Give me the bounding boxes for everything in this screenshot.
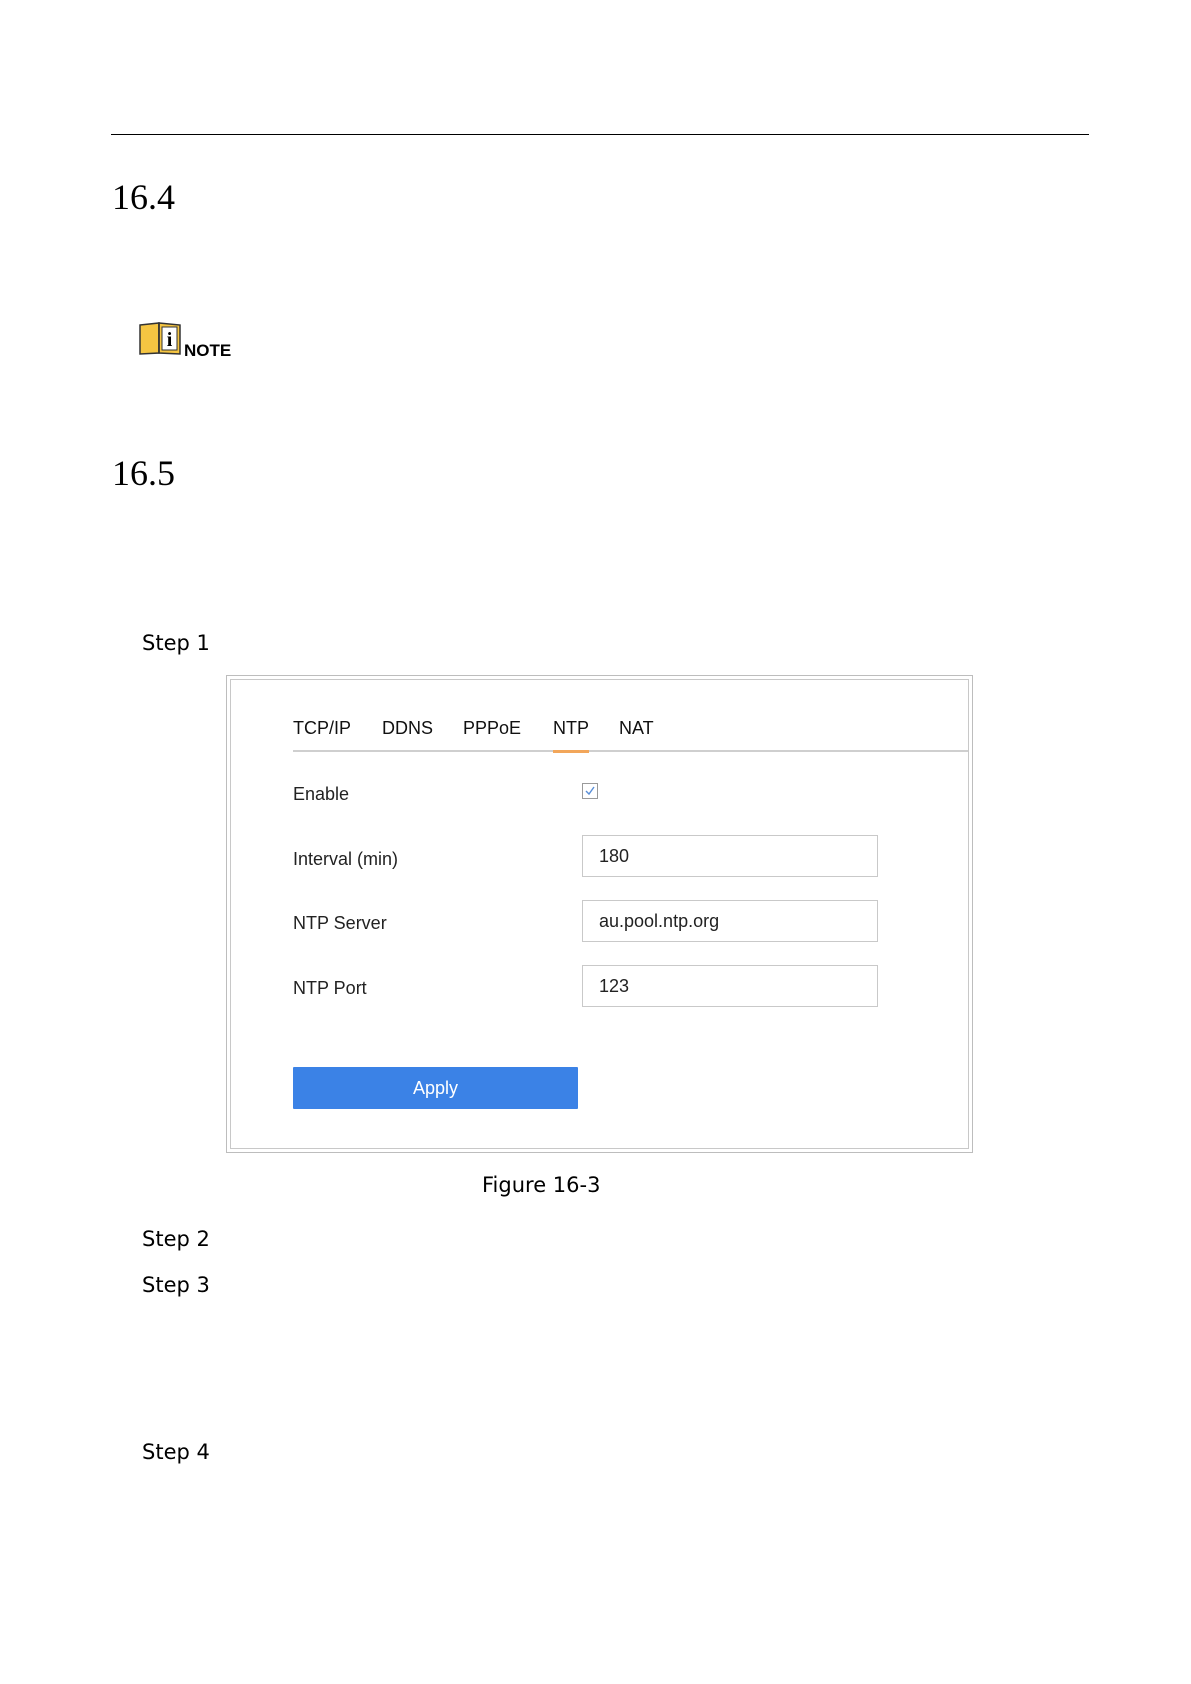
tab-tcpip[interactable]: TCP/IP [293, 718, 351, 738]
note-label: NOTE [184, 341, 232, 360]
section-number-16-4: 16.4 [112, 177, 175, 217]
network-tabs: TCP/IP DDNS PPPoE NTP NAT [293, 714, 968, 753]
interval-input[interactable] [582, 835, 878, 877]
step-1-label: Step 1 [142, 631, 210, 655]
tab-nat[interactable]: NAT [619, 718, 654, 738]
interval-label: Interval (min) [293, 849, 399, 869]
ntp-settings-figure: TCP/IP DDNS PPPoE NTP NAT Enable Interva… [226, 675, 973, 1153]
apply-button[interactable]: Apply [293, 1067, 578, 1109]
step-2-label: Step 2 [142, 1227, 210, 1251]
figure-caption: Figure 16-3 [482, 1173, 601, 1197]
ntp-server-label: NTP Server [293, 913, 387, 933]
svg-text:i: i [167, 329, 173, 351]
ntp-settings-panel: TCP/IP DDNS PPPoE NTP NAT Enable Interva… [230, 679, 969, 1149]
header-rule [111, 134, 1089, 135]
enable-label: Enable [293, 784, 350, 804]
tab-ddns[interactable]: DDNS [382, 718, 433, 738]
tab-pppoe[interactable]: PPPoE [463, 718, 521, 738]
tab-ntp[interactable]: NTP [553, 718, 589, 753]
enable-checkbox[interactable] [582, 783, 598, 799]
section-number-16-5: 16.5 [112, 453, 175, 493]
info-book-icon: i [138, 321, 182, 360]
ntp-server-input[interactable] [582, 900, 878, 942]
ntp-port-label: NTP Port [293, 978, 367, 998]
checkmark-icon [585, 786, 595, 796]
note-callout: i NOTE [138, 321, 231, 360]
ntp-port-input[interactable] [582, 965, 878, 1007]
step-3-label: Step 3 [142, 1273, 210, 1297]
step-4-label: Step 4 [142, 1440, 210, 1464]
